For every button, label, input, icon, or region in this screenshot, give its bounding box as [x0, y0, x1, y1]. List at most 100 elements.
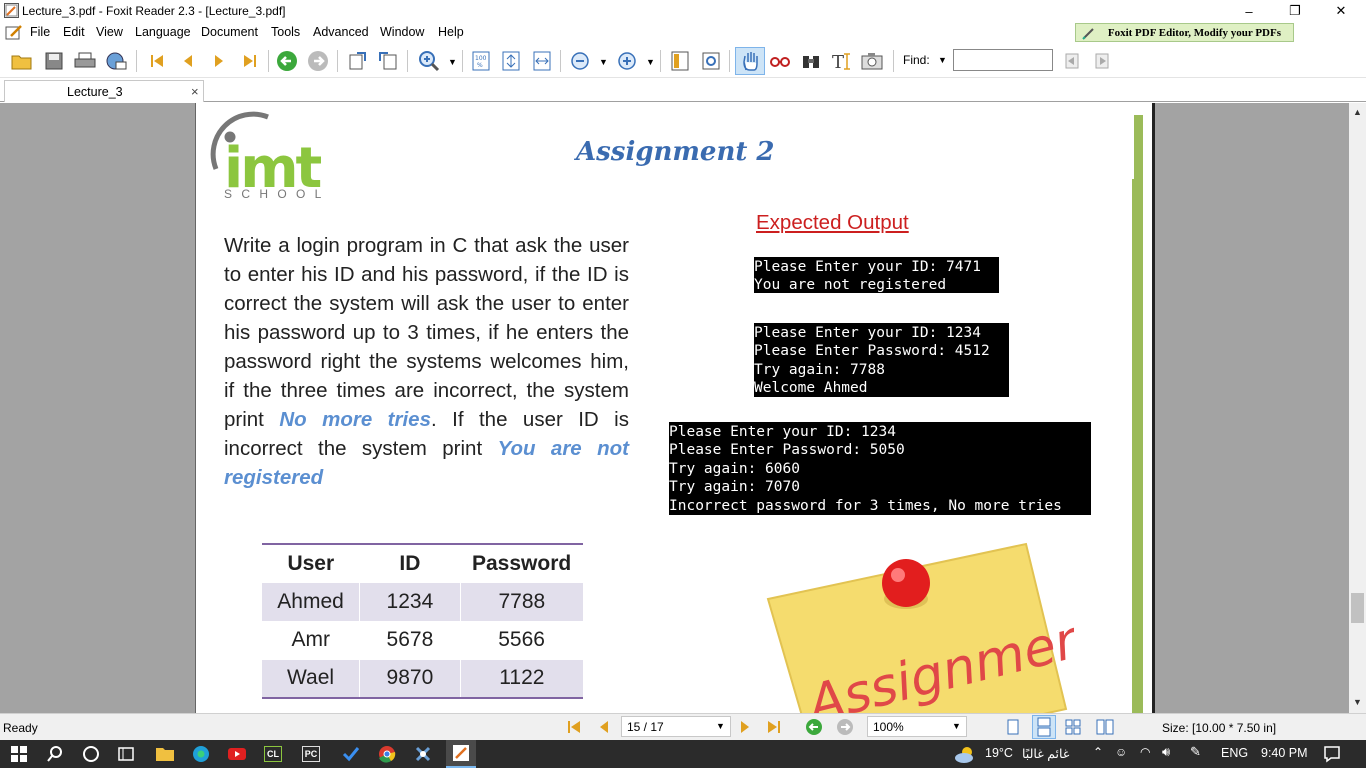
table-header-password: Password: [472, 551, 572, 575]
page-dropdown-icon[interactable]: ▼: [716, 721, 725, 731]
menu-window[interactable]: Window: [380, 25, 424, 39]
fit-width-icon[interactable]: [530, 49, 554, 73]
status-forward-icon[interactable]: [836, 718, 854, 739]
zoom-out-dropdown-icon[interactable]: ▼: [599, 57, 608, 67]
people-icon[interactable]: ☺: [1115, 745, 1127, 759]
continuous-view-icon[interactable]: [1032, 715, 1056, 739]
snapshot-glasses-icon[interactable]: [768, 49, 792, 73]
zoom-out-circle-icon[interactable]: [568, 49, 592, 73]
console-output-welcome: Please Enter your ID: 1234 Please Enter …: [754, 323, 1009, 397]
full-screen-icon[interactable]: [699, 49, 723, 73]
camera-icon[interactable]: [860, 49, 884, 73]
next-page-icon[interactable]: [207, 49, 231, 73]
table-cell: Amr: [291, 628, 331, 652]
find-input[interactable]: [953, 49, 1053, 71]
bookmark-panel-icon[interactable]: [668, 49, 692, 73]
menu-tools[interactable]: Tools: [271, 25, 300, 39]
status-first-page-icon[interactable]: [566, 719, 582, 738]
forward-icon[interactable]: [306, 49, 330, 73]
restore-button[interactable]: ❐: [1272, 0, 1318, 22]
rotate-right-icon[interactable]: [376, 49, 400, 73]
vertical-scrollbar[interactable]: ▲ ▼: [1349, 103, 1366, 713]
open-folder-icon[interactable]: [10, 49, 34, 73]
zoom-in-icon[interactable]: [417, 49, 441, 73]
assignment-description: Write a login program in C that ask the …: [224, 231, 629, 492]
find-next-icon[interactable]: [1090, 49, 1114, 73]
page-number-input[interactable]: 15 / 17 ▼: [621, 716, 731, 737]
back-icon[interactable]: [275, 49, 299, 73]
minimize-button[interactable]: –: [1226, 0, 1272, 22]
find-options-dropdown-icon[interactable]: ▼: [938, 55, 947, 65]
chrome-browser-icon[interactable]: [376, 744, 398, 764]
zoom-in-circle-icon[interactable]: [615, 49, 639, 73]
menu-view[interactable]: View: [96, 25, 123, 39]
promo-banner[interactable]: Foxit PDF Editor, Modify your PDFs: [1075, 23, 1294, 42]
menu-advanced[interactable]: Advanced: [313, 25, 369, 39]
zoom-dropdown-icon[interactable]: ▼: [448, 57, 457, 67]
tab-close-icon[interactable]: ×: [191, 84, 199, 99]
find-previous-icon[interactable]: [1060, 49, 1084, 73]
zoom-level-select[interactable]: 100% ▼: [867, 716, 967, 737]
pycharm-icon[interactable]: PC: [302, 746, 320, 762]
single-page-view-icon[interactable]: [1005, 719, 1021, 738]
language-indicator[interactable]: ENG: [1221, 746, 1248, 760]
page-size-label: Size: [10.00 * 7.50 in]: [1162, 721, 1277, 735]
status-next-page-icon[interactable]: [737, 719, 753, 738]
search-icon[interactable]: [44, 744, 66, 764]
find-binoculars-icon[interactable]: [799, 49, 823, 73]
fit-page-icon[interactable]: [499, 49, 523, 73]
first-page-icon[interactable]: [145, 49, 169, 73]
previous-page-icon[interactable]: [176, 49, 200, 73]
foxit-reader-taskbar-icon[interactable]: [446, 740, 476, 768]
menu-file[interactable]: File: [30, 25, 50, 39]
rotate-left-icon[interactable]: [345, 49, 369, 73]
document-viewer[interactable]: imt S C H O O L Assignment 2 Expected Ou…: [0, 103, 1349, 713]
menu-document[interactable]: Document: [201, 25, 258, 39]
toolbar: ▼ 100% ▼ ▼ T Find: ▼: [0, 43, 1366, 78]
weather-description[interactable]: غائم غالبًا: [1022, 746, 1069, 761]
hand-tool-icon[interactable]: [735, 47, 765, 75]
scroll-up-arrow-icon[interactable]: ▲: [1353, 107, 1362, 117]
clock[interactable]: 9:40 PM: [1261, 746, 1308, 760]
zoom-level-dropdown-icon[interactable]: ▼: [952, 721, 961, 731]
logo-school: S C H O O L: [224, 187, 325, 201]
youtube-icon[interactable]: [226, 744, 248, 764]
actual-size-icon[interactable]: 100%: [469, 49, 493, 73]
pen-ink-icon[interactable]: ✎: [1190, 744, 1201, 760]
notifications-icon[interactable]: [1323, 745, 1341, 766]
menu-edit[interactable]: Edit: [63, 25, 85, 39]
cortana-icon[interactable]: [80, 744, 102, 764]
edge-browser-icon[interactable]: [190, 744, 212, 764]
tools-app-icon[interactable]: [412, 744, 434, 764]
task-view-icon[interactable]: [115, 744, 137, 764]
text-select-icon[interactable]: T: [830, 49, 854, 73]
scrollbar-thumb[interactable]: [1351, 593, 1364, 623]
last-page-icon[interactable]: [238, 49, 262, 73]
volume-icon[interactable]: 🔊︎: [1162, 744, 1170, 760]
network-wifi-icon[interactable]: ◠: [1140, 745, 1150, 759]
zoom-value: 100%: [873, 720, 904, 734]
status-back-icon[interactable]: [805, 718, 823, 739]
codelite-icon[interactable]: CL: [264, 746, 282, 762]
windows-taskbar: CL PC 19°C غائم غالبًا ⌃ ☺ ◠ 🔊︎ ✎ ENG 9:…: [0, 740, 1366, 768]
tab-lecture-3[interactable]: Lecture_3 ×: [4, 80, 204, 102]
status-last-page-icon[interactable]: [766, 719, 782, 738]
continuous-facing-view-icon[interactable]: [1096, 719, 1114, 738]
facing-view-icon[interactable]: [1065, 719, 1081, 738]
print-icon[interactable]: [73, 49, 97, 73]
menu-help[interactable]: Help: [438, 25, 464, 39]
save-icon[interactable]: [42, 49, 66, 73]
scroll-down-arrow-icon[interactable]: ▼: [1353, 697, 1362, 707]
windows-start-icon[interactable]: [8, 744, 30, 764]
show-hidden-icons-chevron-icon[interactable]: ⌃: [1093, 745, 1103, 759]
weather-temperature[interactable]: 19°C: [985, 746, 1013, 760]
status-previous-page-icon[interactable]: [596, 719, 612, 738]
file-explorer-icon[interactable]: [154, 744, 176, 764]
email-globe-icon[interactable]: [104, 49, 128, 73]
toolbar-separator: [893, 50, 894, 72]
expected-output-label: Expected Output: [756, 211, 909, 234]
todo-check-icon[interactable]: [340, 744, 362, 764]
zoom-in-dropdown-icon[interactable]: ▼: [646, 57, 655, 67]
close-button[interactable]: ✕: [1318, 0, 1364, 22]
menu-language[interactable]: Language: [135, 25, 191, 39]
